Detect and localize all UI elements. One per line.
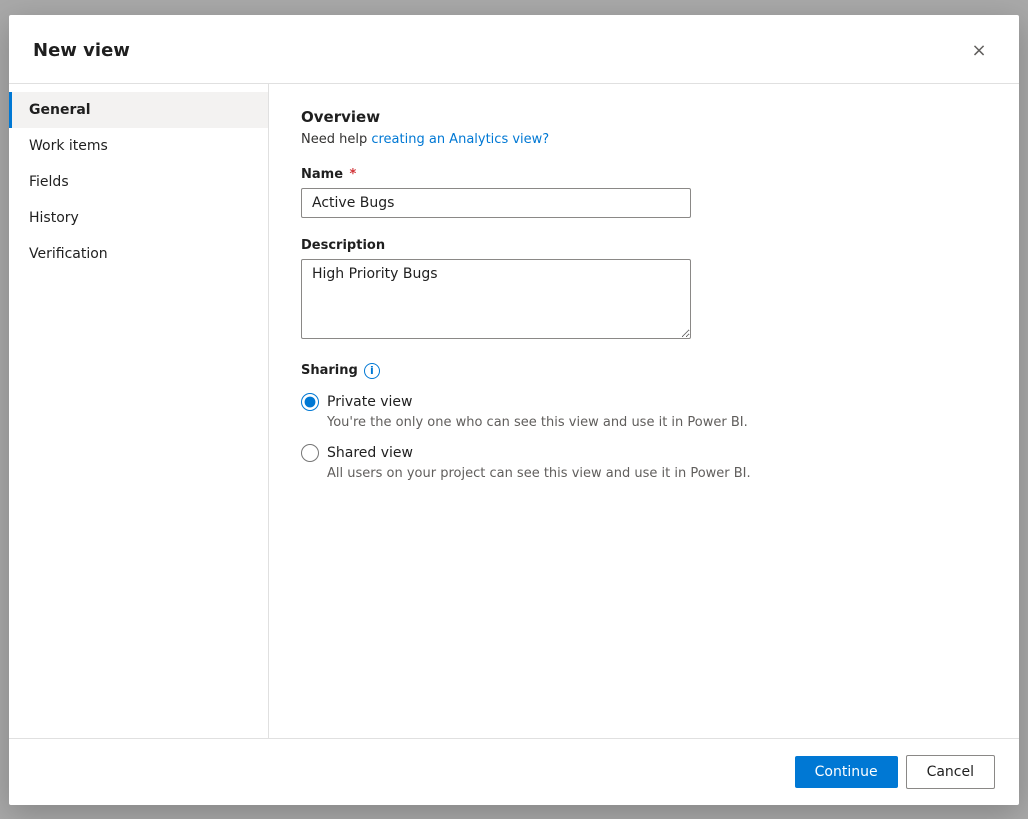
shared-view-option: Shared view All users on your project ca… (301, 444, 987, 481)
sidebar-item-label: History (29, 210, 79, 226)
private-view-text: Private view (327, 394, 413, 410)
sidebar-item-label: Work items (29, 138, 108, 154)
sharing-label-row: Sharing i (301, 363, 987, 379)
description-input[interactable]: High Priority Bugs (301, 259, 691, 339)
description-label: Description (301, 238, 987, 253)
description-field-group: Description High Priority Bugs (301, 238, 987, 343)
dialog-header: New view × (9, 15, 1019, 84)
shared-view-label[interactable]: Shared view (301, 444, 987, 462)
shared-view-text: Shared view (327, 445, 413, 461)
name-label: Name * (301, 167, 987, 182)
cancel-button[interactable]: Cancel (906, 755, 995, 789)
shared-view-radio[interactable] (301, 444, 319, 462)
content-area: Overview Need help creating an Analytics… (269, 84, 1019, 738)
private-view-desc: You're the only one who can see this vie… (327, 415, 987, 430)
sidebar-item-label: General (29, 102, 91, 118)
sidebar-item-history[interactable]: History (9, 200, 268, 236)
private-view-option: Private view You're the only one who can… (301, 393, 987, 430)
name-field-group: Name * (301, 167, 987, 218)
dialog-footer: Continue Cancel (9, 738, 1019, 805)
help-link[interactable]: creating an Analytics view? (371, 132, 549, 147)
info-icon[interactable]: i (364, 363, 380, 379)
help-text: Need help creating an Analytics view? (301, 132, 987, 147)
private-view-label[interactable]: Private view (301, 393, 987, 411)
sidebar-item-work-items[interactable]: Work items (9, 128, 268, 164)
sidebar-item-label: Verification (29, 246, 108, 262)
required-indicator: * (345, 167, 356, 182)
private-view-radio[interactable] (301, 393, 319, 411)
sidebar-item-label: Fields (29, 174, 69, 190)
dialog-body: General Work items Fields History Verifi… (9, 84, 1019, 738)
sidebar-item-verification[interactable]: Verification (9, 236, 268, 272)
sidebar-item-fields[interactable]: Fields (9, 164, 268, 200)
dialog-title: New view (33, 40, 130, 61)
continue-button[interactable]: Continue (795, 756, 898, 788)
section-title: Overview (301, 108, 987, 126)
sharing-section: Sharing i Private view You're the only o… (301, 363, 987, 481)
sidebar-item-general[interactable]: General (9, 92, 268, 128)
new-view-dialog: New view × General Work items Fields His… (9, 15, 1019, 805)
shared-view-desc: All users on your project can see this v… (327, 466, 987, 481)
sharing-label: Sharing (301, 363, 358, 378)
close-icon: × (971, 40, 986, 61)
close-button[interactable]: × (963, 35, 995, 67)
sidebar: General Work items Fields History Verifi… (9, 84, 269, 738)
name-input[interactable] (301, 188, 691, 218)
